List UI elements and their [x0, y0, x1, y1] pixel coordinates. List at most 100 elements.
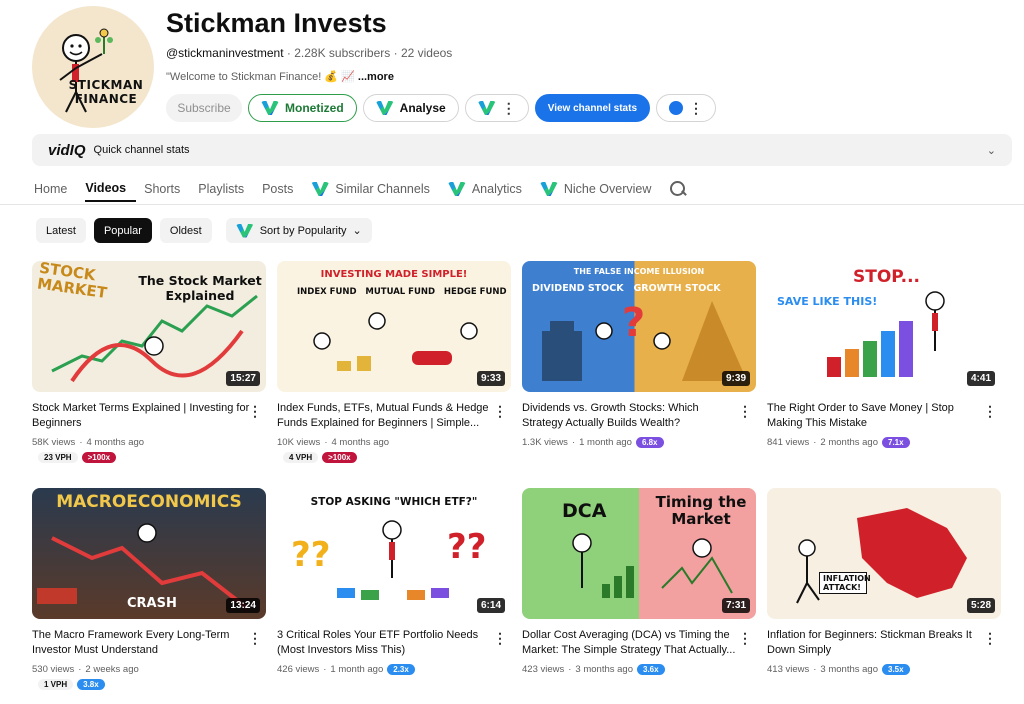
search-icon[interactable] — [669, 180, 687, 198]
video-title[interactable]: Inflation for Beginners: Stickman Breaks… — [767, 628, 985, 658]
video-card[interactable]: MACROECONOMICS CRASH 13:24 The Macro Fra… — [32, 488, 266, 690]
video-thumbnail[interactable]: INVESTING MADE SIMPLE! INDEX FUND MUTUAL… — [277, 261, 511, 392]
tab-analytics[interactable]: Analytics — [448, 176, 532, 202]
vph-badge: 23 VPH — [38, 452, 78, 463]
tab-similar-channels[interactable]: Similar Channels — [311, 176, 439, 202]
thumb-text: MACROECONOMICS — [56, 492, 242, 512]
video-meta: 58K views · 4 months ago — [32, 437, 145, 448]
view-count: 423 views — [522, 664, 565, 675]
description-more-link[interactable]: ...more — [358, 71, 394, 83]
video-thumbnail[interactable]: STOP... SAVE LIKE THIS! 4:41 — [767, 261, 1001, 392]
outlier-badge: 3.5x — [882, 664, 910, 675]
video-duration: 7:31 — [721, 598, 750, 613]
outlier-badge: >100x — [81, 452, 117, 463]
tab-shorts[interactable]: Shorts — [144, 176, 190, 202]
video-card[interactable]: STOCK MARKET The Stock Market Explained … — [32, 261, 266, 463]
video-card[interactable]: DCA Timing the Market 7:31 Dollar Cost A… — [522, 488, 756, 675]
video-card[interactable]: STOP... SAVE LIKE THIS! 4:41 The Right O… — [767, 261, 1001, 448]
video-card[interactable]: INFLATION ATTACK! 5:28 Inflation for Beg… — [767, 488, 1001, 675]
tab-home[interactable]: Home — [34, 176, 77, 202]
video-title[interactable]: Dollar Cost Averaging (DCA) vs Timing th… — [522, 628, 740, 658]
extension-menu-button[interactable]: ⋮ — [656, 94, 716, 122]
video-stats-badges: 23 VPH >100x — [38, 452, 117, 463]
outlier-badge: 3.6x — [637, 664, 665, 675]
view-count: 1.3K views — [522, 437, 568, 448]
view-channel-stats-button[interactable]: View channel stats — [534, 94, 650, 122]
video-duration: 4:41 — [966, 371, 995, 386]
vidiq-quick-stats-bar[interactable]: vidIQ Quick channel stats ⌄ — [32, 134, 1012, 166]
tab-posts[interactable]: Posts — [262, 176, 303, 202]
svg-text:??: ?? — [447, 527, 486, 567]
sort-label: Sort by Popularity — [259, 224, 347, 237]
channel-stats: · 2.28K subscribers · 22 videos — [283, 46, 453, 60]
tab-playlists[interactable]: Playlists — [198, 176, 254, 202]
channel-description[interactable]: "Welcome to Stickman Finance! 💰 📈 ...mor… — [166, 70, 394, 83]
video-card[interactable]: ?? ?? STOP ASKING "WHICH ETF?" 6:14 3 Cr… — [277, 488, 511, 675]
tab-videos[interactable]: Videos — [85, 176, 137, 202]
thumb-text: INFLATION ATTACK! — [819, 572, 871, 594]
more-vert-icon[interactable]: ⋮ — [248, 403, 262, 420]
vidiq-icon — [261, 101, 279, 115]
more-vert-icon[interactable]: ⋮ — [983, 630, 997, 647]
more-vert-icon[interactable]: ⋮ — [738, 403, 752, 420]
extension-icon — [669, 101, 683, 115]
upload-age: 1 month ago — [330, 664, 384, 675]
vidiq-icon — [236, 224, 254, 238]
monetized-button[interactable]: Monetized — [248, 94, 357, 122]
video-title[interactable]: Index Funds, ETFs, Mutual Funds & Hedge … — [277, 401, 495, 431]
channel-avatar[interactable]: STICKMAN FINANCE — [32, 6, 154, 128]
vidiq-menu-button[interactable]: ⋮ — [464, 94, 529, 122]
upload-age: 4 months ago — [86, 437, 145, 448]
chip-latest[interactable]: Latest — [36, 218, 86, 243]
analyse-label: Analyse — [399, 101, 446, 115]
more-vert-icon[interactable]: ⋮ — [248, 630, 262, 647]
thumb-text: STOP... — [853, 267, 921, 287]
video-thumbnail[interactable]: DCA Timing the Market 7:31 — [522, 488, 756, 619]
more-vert-icon[interactable]: ⋮ — [983, 403, 997, 420]
more-vert-icon[interactable]: ⋮ — [738, 630, 752, 647]
monetized-label: Monetized — [285, 101, 344, 115]
video-title[interactable]: Stock Market Terms Explained | Investing… — [32, 401, 250, 431]
vidiq-icon — [448, 182, 466, 196]
description-text: "Welcome to Stickman Finance! 💰 📈 — [166, 71, 355, 83]
video-card[interactable]: INVESTING MADE SIMPLE! INDEX FUND MUTUAL… — [277, 261, 511, 463]
svg-text:?: ? — [622, 300, 645, 346]
sort-by-popularity-dropdown[interactable]: Sort by Popularity ⌄ — [225, 218, 372, 243]
tab-niche-overview-label: Niche Overview — [563, 182, 652, 196]
vph-badge: 1 VPH — [38, 679, 74, 690]
video-title[interactable]: The Macro Framework Every Long-Term Inve… — [32, 628, 250, 658]
subscribe-button[interactable]: Subscribe — [166, 94, 242, 122]
outlier-badge: 6.8x — [635, 437, 664, 448]
upload-age: 3 months ago — [820, 664, 878, 675]
chip-popular[interactable]: Popular — [93, 218, 152, 243]
thumb-text: THE FALSE INCOME ILLUSION — [573, 267, 705, 276]
video-thumbnail[interactable]: MACROECONOMICS CRASH 13:24 — [32, 488, 266, 619]
vidiq-bar-label: Quick channel stats — [93, 144, 190, 156]
video-thumbnail[interactable]: INFLATION ATTACK! 5:28 — [767, 488, 1001, 619]
chevron-down-icon[interactable]: ⌄ — [987, 144, 996, 157]
dividend-growth-illustration-icon: ? — [542, 300, 747, 381]
video-meta: 413 views · 3 months ago 3.5x — [767, 664, 910, 675]
view-count: 426 views — [277, 664, 320, 675]
outlier-badge: 7.1x — [882, 437, 910, 448]
svg-text:??: ?? — [291, 535, 330, 575]
video-title[interactable]: The Right Order to Save Money | Stop Mak… — [767, 401, 985, 431]
thumb-text: INDEX FUND MUTUAL FUND HEDGE FUND ETF — [297, 287, 511, 297]
analyse-button[interactable]: Analyse — [362, 94, 459, 122]
upload-age: 4 months ago — [331, 437, 390, 448]
video-title[interactable]: 3 Critical Roles Your ETF Portfolio Need… — [277, 628, 495, 658]
chip-oldest[interactable]: Oldest — [159, 218, 212, 243]
video-title[interactable]: Dividends vs. Growth Stocks: Which Strat… — [522, 401, 740, 431]
video-duration: 9:33 — [476, 371, 505, 386]
thumb-text: Timing the Market — [655, 493, 747, 528]
video-duration: 13:24 — [226, 598, 260, 613]
video-thumbnail[interactable]: ? THE FALSE INCOME ILLUSION DIVIDEND STO… — [522, 261, 756, 392]
more-vert-icon[interactable]: ⋮ — [493, 630, 507, 647]
tab-niche-overview[interactable]: Niche Overview — [540, 176, 662, 202]
video-thumbnail[interactable]: ?? ?? STOP ASKING "WHICH ETF?" 6:14 — [277, 488, 511, 619]
thumb-text: The Stock Market Explained — [138, 273, 262, 303]
more-vert-icon[interactable]: ⋮ — [493, 403, 507, 420]
view-count: 58K views — [32, 437, 76, 448]
video-thumbnail[interactable]: STOCK MARKET The Stock Market Explained … — [32, 261, 266, 392]
video-card[interactable]: ? THE FALSE INCOME ILLUSION DIVIDEND STO… — [522, 261, 756, 448]
